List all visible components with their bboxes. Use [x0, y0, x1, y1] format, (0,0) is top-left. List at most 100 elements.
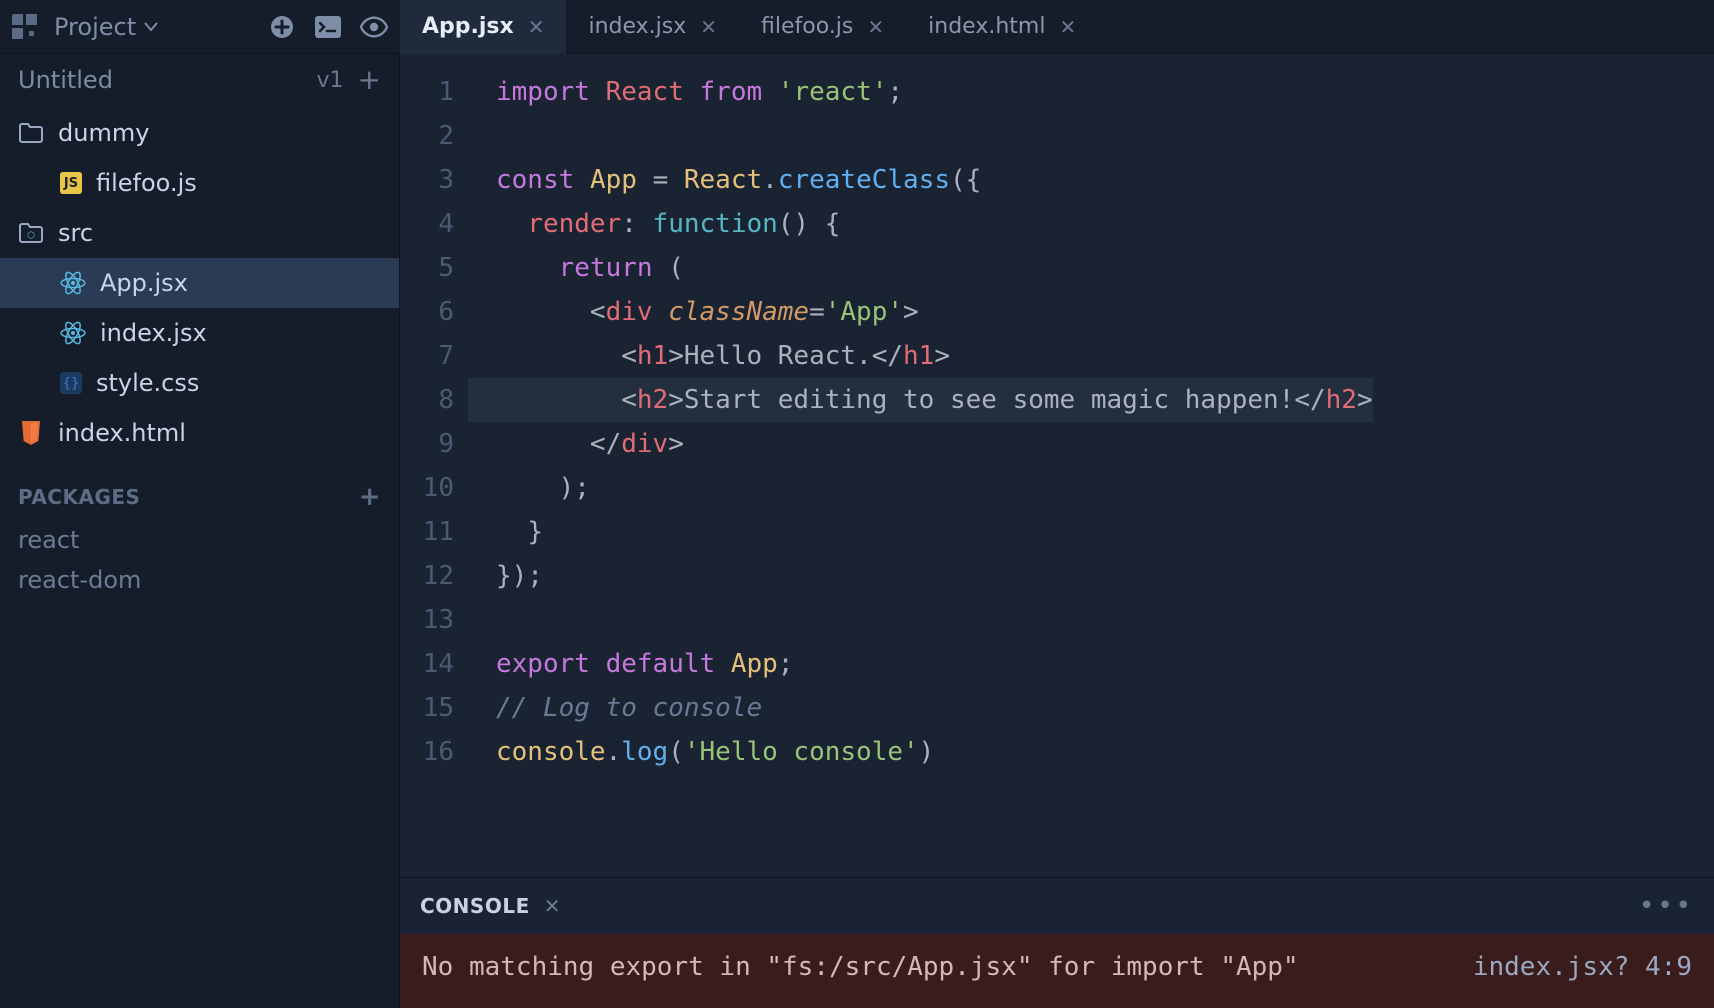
code-line[interactable]: <h2>Start editing to see some magic happ…: [468, 378, 1373, 422]
file-tree-item[interactable]: index.jsx: [0, 308, 399, 358]
editor-tabs: App.jsx ✕ index.jsx ✕ filefoo.js ✕ index.html ✕: [400, 0, 1098, 54]
new-file-icon[interactable]: +: [358, 66, 381, 94]
file-tree-item[interactable]: {} style.css: [0, 358, 399, 408]
code-line[interactable]: </div>: [468, 422, 1373, 466]
code-editor[interactable]: 12345678910111213141516 import React fro…: [400, 54, 1714, 877]
line-number: 6: [400, 290, 454, 334]
react-icon: [60, 270, 86, 296]
code-line[interactable]: return (: [468, 246, 1373, 290]
main: Untitled v1 + dummy JS filefoo.js ⬡ srcApp.j…: [0, 54, 1714, 1008]
code-line[interactable]: console.log('Hello console'): [468, 730, 1373, 774]
topbar-actions: [268, 13, 388, 41]
package-item[interactable]: react-dom: [0, 560, 399, 600]
more-icon[interactable]: •••: [1639, 891, 1694, 921]
packages-header: PACKAGES +: [0, 460, 399, 520]
file-tree-item[interactable]: dummy: [0, 108, 399, 158]
console-tab-label: CONSOLE: [420, 894, 530, 918]
line-number: 8: [400, 378, 454, 422]
line-number: 2: [400, 114, 454, 158]
code-line[interactable]: }: [468, 510, 1373, 554]
file-tree-item-label: dummy: [58, 119, 149, 147]
console-tab[interactable]: CONSOLE ✕: [420, 894, 561, 918]
project-dropdown[interactable]: Project: [54, 13, 158, 41]
file-tree-item-label: App.jsx: [100, 269, 188, 297]
line-number: 15: [400, 686, 454, 730]
packages-label: PACKAGES: [18, 485, 140, 509]
add-icon[interactable]: [268, 13, 296, 41]
console-tabbar: CONSOLE ✕ •••: [400, 878, 1714, 934]
packages-list: reactreact-dom: [0, 520, 399, 600]
code-line[interactable]: [468, 114, 1373, 158]
tab-label: index.html: [928, 14, 1045, 39]
code-line[interactable]: );: [468, 466, 1373, 510]
terminal-icon[interactable]: [314, 13, 342, 41]
tab-label: filefoo.js: [761, 14, 853, 39]
line-number: 3: [400, 158, 454, 202]
project-title[interactable]: Untitled: [18, 66, 113, 94]
file-tree-item-label: style.css: [96, 369, 199, 397]
line-number: 4: [400, 202, 454, 246]
close-icon[interactable]: ✕: [867, 15, 884, 39]
folder-icon: [18, 120, 44, 146]
tab-label: index.jsx: [588, 14, 686, 39]
tab-filefoo-js[interactable]: filefoo.js ✕: [739, 0, 906, 54]
line-number: 9: [400, 422, 454, 466]
file-tree-item-label: index.jsx: [100, 319, 207, 347]
add-package-icon[interactable]: +: [359, 482, 381, 512]
file-tree-item-label: src: [58, 219, 93, 247]
tab-label: App.jsx: [422, 14, 514, 39]
file-tree-item-label: index.html: [58, 419, 186, 447]
tab-index-jsx[interactable]: index.jsx ✕: [566, 0, 739, 54]
line-number: 13: [400, 598, 454, 642]
line-number: 16: [400, 730, 454, 774]
caret-down-icon: [144, 22, 158, 32]
console-error-location[interactable]: index.jsx? 4:9: [1453, 948, 1692, 986]
sidebar-header: Untitled v1 +: [0, 54, 399, 106]
line-number: 10: [400, 466, 454, 510]
logo-icon[interactable]: [12, 14, 38, 40]
code-line[interactable]: import React from 'react';: [468, 70, 1373, 114]
code-content[interactable]: import React from 'react'; const App = Re…: [468, 54, 1373, 877]
folder-src-icon: ⬡: [18, 220, 44, 246]
close-icon[interactable]: ✕: [544, 894, 561, 918]
code-line[interactable]: [468, 598, 1373, 642]
topbar: Project App.jsx✕index.jsx✕filefoo.js✕ind…: [0, 0, 1714, 54]
file-tree-item[interactable]: index.html: [0, 408, 399, 458]
css-icon: {}: [60, 372, 82, 394]
svg-text:⬡: ⬡: [27, 230, 35, 240]
tab-index-html[interactable]: index.html ✕: [906, 0, 1098, 54]
file-tree: dummy JS filefoo.js ⬡ srcApp.jsx index.jsx {} s…: [0, 106, 399, 460]
code-line[interactable]: render: function() {: [468, 202, 1373, 246]
sidebar: Untitled v1 + dummy JS filefoo.js ⬡ srcApp.j…: [0, 54, 400, 1008]
code-line[interactable]: export default App;: [468, 642, 1373, 686]
html-icon: [18, 420, 44, 446]
code-line[interactable]: <h1>Hello React.</h1>: [468, 334, 1373, 378]
package-item[interactable]: react: [0, 520, 399, 560]
line-number: 5: [400, 246, 454, 290]
file-tree-item[interactable]: ⬡ src: [0, 208, 399, 258]
file-tree-item[interactable]: App.jsx: [0, 258, 399, 308]
file-tree-item[interactable]: JS filefoo.js: [0, 158, 399, 208]
line-number: 14: [400, 642, 454, 686]
console-error-message: No matching export in "fs:/src/App.jsx" …: [422, 948, 1453, 986]
line-number: 12: [400, 554, 454, 598]
close-icon[interactable]: ✕: [528, 15, 545, 39]
file-tree-item-label: filefoo.js: [96, 169, 197, 197]
code-line[interactable]: // Log to console: [468, 686, 1373, 730]
editor-pane: 12345678910111213141516 import React fro…: [400, 54, 1714, 1008]
project-version[interactable]: v1: [317, 68, 344, 93]
topbar-left: Project: [0, 13, 400, 41]
console-body: No matching export in "fs:/src/App.jsx" …: [400, 934, 1714, 1008]
js-icon: JS: [60, 172, 82, 194]
line-number-gutter: 12345678910111213141516: [400, 54, 468, 877]
project-label: Project: [54, 13, 136, 41]
line-number: 1: [400, 70, 454, 114]
tab-App-jsx[interactable]: App.jsx ✕: [400, 0, 566, 54]
code-line[interactable]: const App = React.createClass({: [468, 158, 1373, 202]
code-line[interactable]: });: [468, 554, 1373, 598]
line-number: 7: [400, 334, 454, 378]
close-icon[interactable]: ✕: [1059, 15, 1076, 39]
preview-icon[interactable]: [360, 13, 388, 41]
code-line[interactable]: <div className='App'>: [468, 290, 1373, 334]
close-icon[interactable]: ✕: [700, 15, 717, 39]
